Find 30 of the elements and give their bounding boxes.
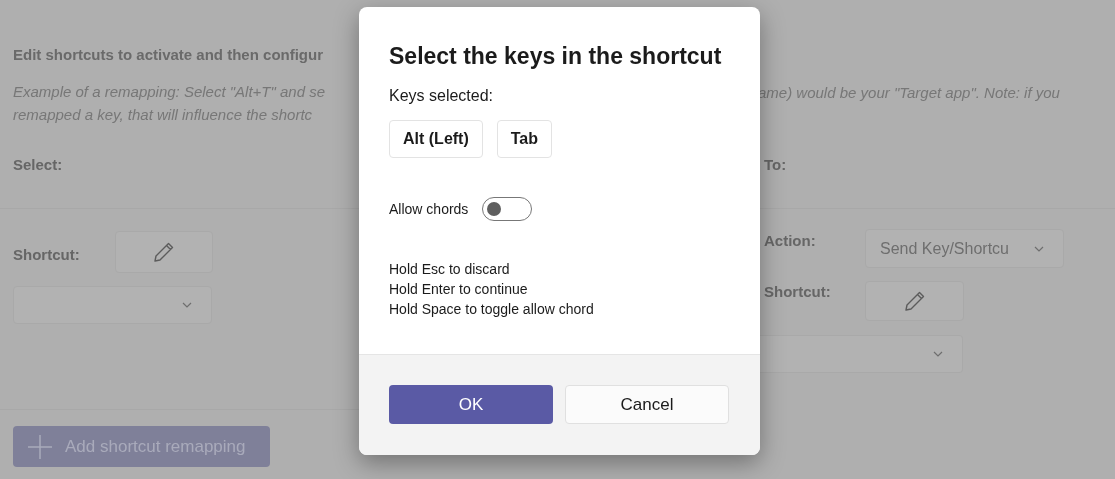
dialog-title: Select the keys in the shortcut bbox=[389, 42, 723, 70]
chevron-icon bbox=[1033, 244, 1045, 253]
plus-icon bbox=[27, 433, 53, 460]
keys-label: Keys selected: bbox=[389, 86, 495, 106]
key-chip: Alt (Left) bbox=[389, 120, 483, 158]
cancel-button[interactable]: Cancel bbox=[565, 385, 729, 424]
action-label: Action: bbox=[764, 231, 817, 252]
hint-text: Hold Space to toggle allow chord bbox=[389, 300, 595, 319]
shortcut-label: Shortcut: bbox=[764, 282, 832, 302]
key-chip: Tab bbox=[496, 120, 553, 158]
key-dropdown[interactable] bbox=[13, 286, 212, 324]
allow-chords-label: Allow chords bbox=[389, 199, 469, 219]
shortcut-label: Shortcut: bbox=[13, 245, 81, 265]
intro-text: Edit shortcuts to activate and then configur bbox=[13, 45, 325, 65]
key-dropdown[interactable] bbox=[760, 335, 963, 373]
ok-button[interactable]: OK bbox=[389, 385, 553, 424]
chevron-icon bbox=[181, 301, 193, 309]
select-heading: Select: bbox=[13, 155, 64, 175]
hint-text: Hold Esc to discard bbox=[389, 260, 511, 279]
allow-chords-toggle[interactable] bbox=[482, 197, 533, 221]
example-text: ame) would be your "Target app". Note: if you bbox=[758, 83, 1061, 103]
pencil-icon bbox=[152, 240, 176, 264]
pencil-icon bbox=[902, 289, 927, 313]
example-text: Example of a remapping: Select "Alt+T" and se bbox=[13, 82, 327, 102]
edit-shortcut-button[interactable] bbox=[115, 231, 213, 273]
to-heading: To: bbox=[763, 155, 788, 175]
hint-text: Hold Enter to continue bbox=[389, 280, 529, 299]
example-text: remapped a key, that will influence the shortc bbox=[13, 105, 314, 125]
chevron-icon bbox=[932, 350, 944, 358]
edit-shortcut-button[interactable] bbox=[865, 281, 964, 321]
